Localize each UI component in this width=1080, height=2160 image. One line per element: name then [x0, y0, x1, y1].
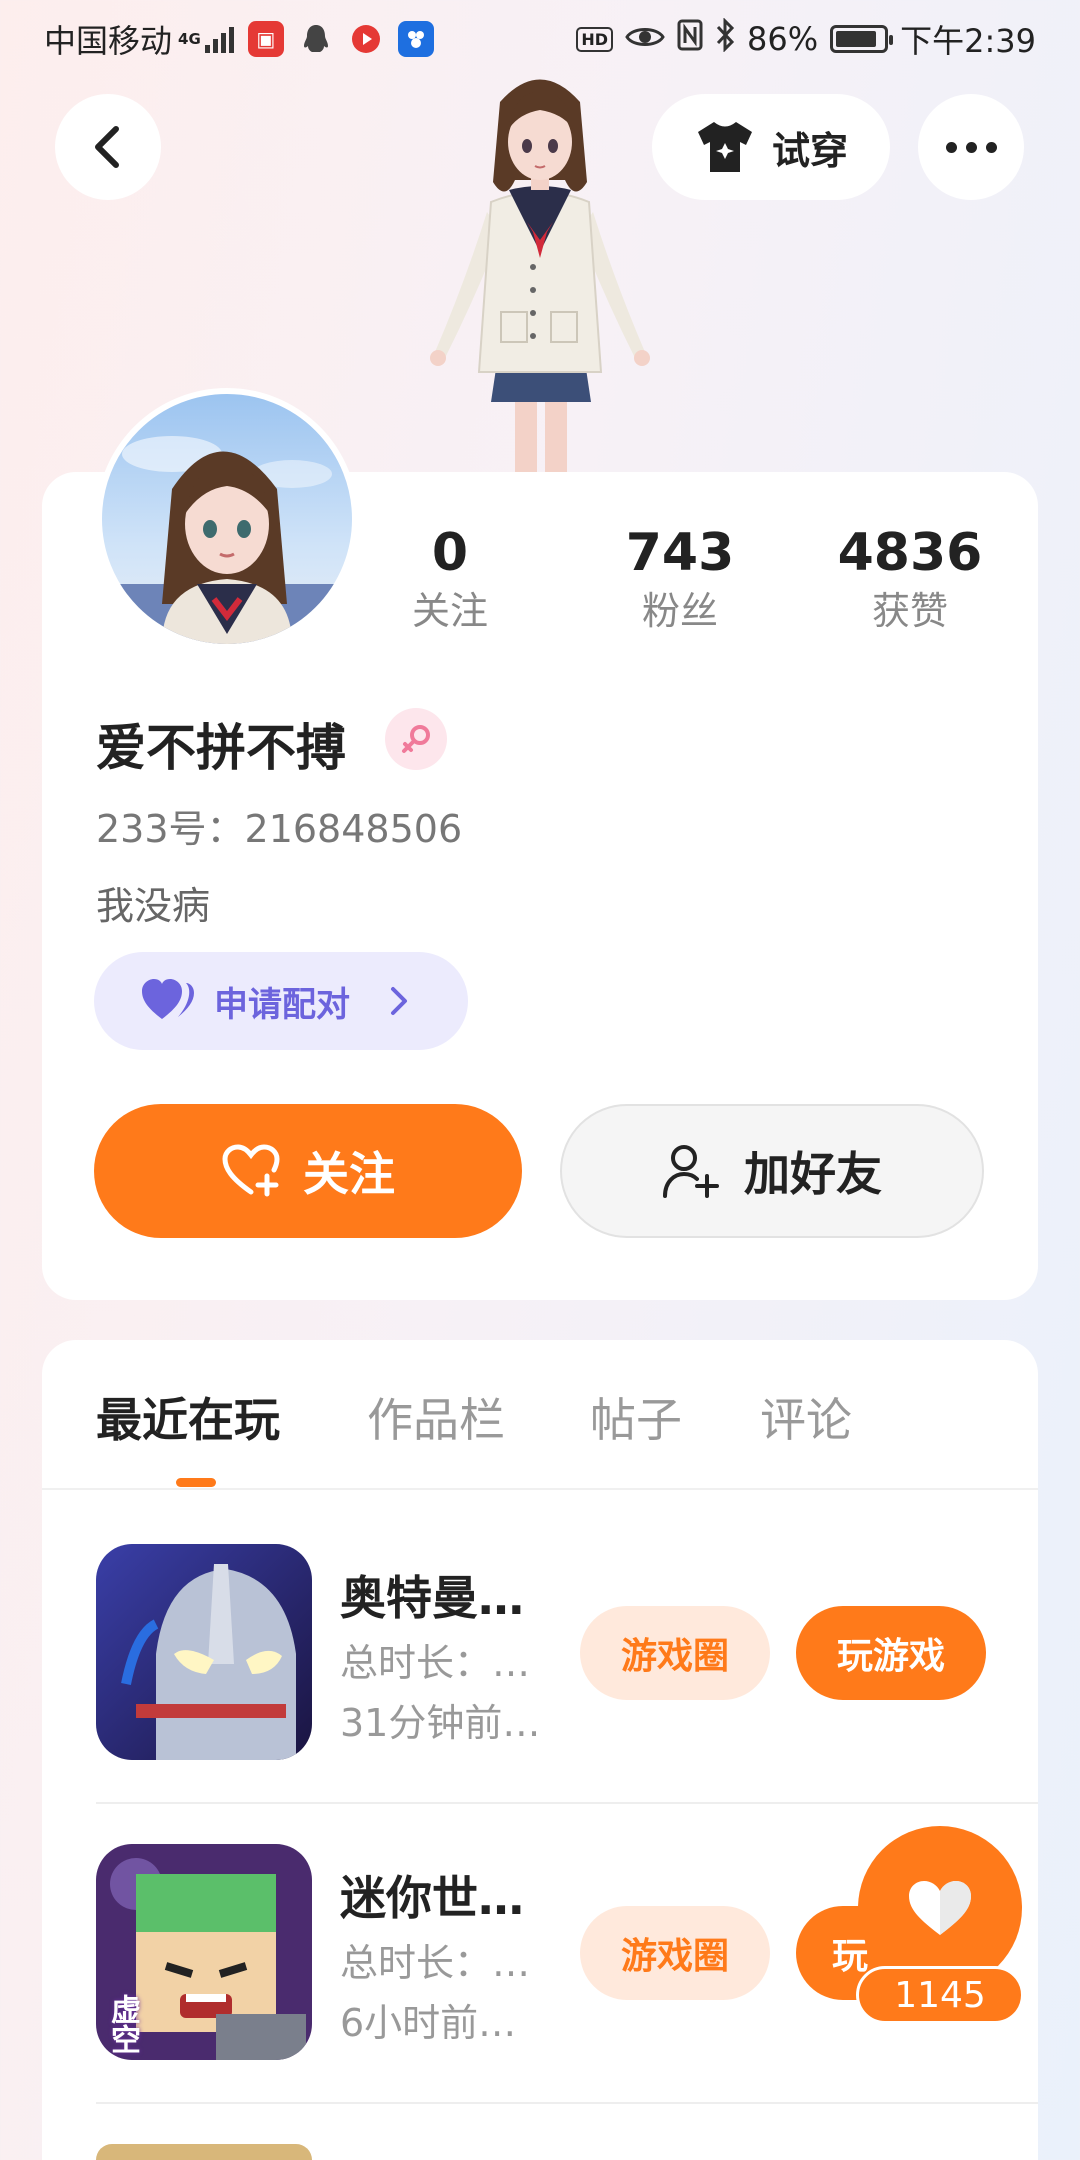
add-friend-button[interactable]: 加好友	[560, 1104, 984, 1238]
game-duration: 总时长：…	[340, 1941, 531, 1985]
chevron-left-icon	[95, 126, 119, 168]
signal-icon	[204, 25, 234, 53]
row-divider	[96, 1802, 1038, 1804]
bluetooth-icon	[715, 17, 735, 60]
user-bio: 我没病	[96, 884, 211, 928]
following-count: 0	[431, 523, 469, 583]
game-icon-mini-world[interactable]: 虚空	[96, 1844, 312, 2060]
double-heart-icon	[142, 979, 194, 1019]
game-last-played: 31分钟前…	[340, 1701, 541, 1745]
clock: 下午2:39	[900, 22, 1036, 60]
battery-icon	[830, 25, 894, 53]
tshirt-icon	[697, 122, 752, 172]
video-app-icon	[348, 21, 384, 57]
apply-pair-label: 申请配对	[214, 984, 350, 1025]
add-friend-label: 加好友	[744, 1147, 882, 1201]
eye-icon	[625, 20, 665, 58]
chevron-right-icon	[391, 987, 407, 1015]
game-title: 迷你世…	[340, 1871, 524, 1925]
try-on-label: 试穿	[771, 128, 848, 173]
like-count: 1145	[856, 1966, 1024, 2024]
likes-count: 4836	[837, 523, 983, 583]
tab-comments[interactable]: 评论	[760, 1384, 852, 1450]
qq-icon	[298, 21, 334, 57]
tab-divider	[42, 1488, 1038, 1490]
notification-app-icon: ▣	[247, 21, 284, 57]
heart-plus-icon	[222, 1144, 280, 1197]
female-gender-icon	[385, 708, 447, 770]
add-user-icon	[663, 1145, 719, 1198]
likes-stat[interactable]: 4836 获赞	[810, 520, 1010, 636]
active-tab-indicator	[176, 1478, 216, 1487]
game-circle-button[interactable]: 游戏圈	[580, 1906, 770, 2000]
battery-percent: 86%	[747, 20, 819, 58]
game-icon-ultraman[interactable]	[96, 1544, 312, 1760]
nfc-icon	[677, 19, 703, 59]
game-last-played: 6小时前…	[340, 2001, 517, 2045]
game-title: 奥特曼…	[340, 1571, 524, 1625]
game-row[interactable]: 奥特曼… 总时长：… 31分钟前… 游戏圈 玩游戏	[96, 1544, 1038, 1844]
following-label: 关注	[411, 589, 488, 633]
try-on-button[interactable]: 试穿	[652, 94, 890, 200]
map-app-icon	[397, 21, 434, 57]
fans-label: 粉丝	[641, 589, 718, 633]
likes-label: 获赞	[871, 589, 948, 633]
tab-works[interactable]: 作品栏	[367, 1384, 505, 1450]
heart-icon	[909, 1881, 971, 1935]
username: 爱不拼不搏	[96, 719, 346, 777]
apply-pair-button[interactable]: 申请配对	[94, 952, 468, 1050]
play-game-button[interactable]: 玩游戏	[796, 1606, 986, 1700]
game-duration: 总时长：…	[340, 1641, 531, 1685]
more-options-button[interactable]	[918, 94, 1024, 200]
game-icon-partial[interactable]	[96, 2144, 312, 2160]
profile-avatar[interactable]	[96, 388, 358, 650]
carrier-name: 中国移动	[44, 22, 173, 60]
game-circle-button[interactable]: 游戏圈	[580, 1606, 770, 1700]
follow-button[interactable]: 关注	[94, 1104, 522, 1238]
tab-recently-played[interactable]: 最近在玩	[96, 1384, 280, 1450]
hd-icon: HD	[576, 26, 613, 52]
tab-posts[interactable]: 帖子	[590, 1384, 682, 1450]
user-id: 233号：216848506	[96, 807, 463, 851]
avatar-3d-figure	[430, 79, 650, 472]
game-icon-caption: 虚空	[105, 1994, 140, 2054]
back-button[interactable]	[55, 94, 161, 200]
more-dots-icon	[945, 141, 957, 153]
following-stat[interactable]: 0 关注	[350, 520, 550, 636]
avatar-image	[102, 436, 352, 644]
row-divider	[96, 2102, 1038, 2104]
fans-stat[interactable]: 743 粉丝	[580, 520, 780, 636]
network-type: 4G	[178, 30, 201, 48]
follow-label: 关注	[303, 1147, 395, 1201]
fans-count: 743	[625, 523, 735, 583]
